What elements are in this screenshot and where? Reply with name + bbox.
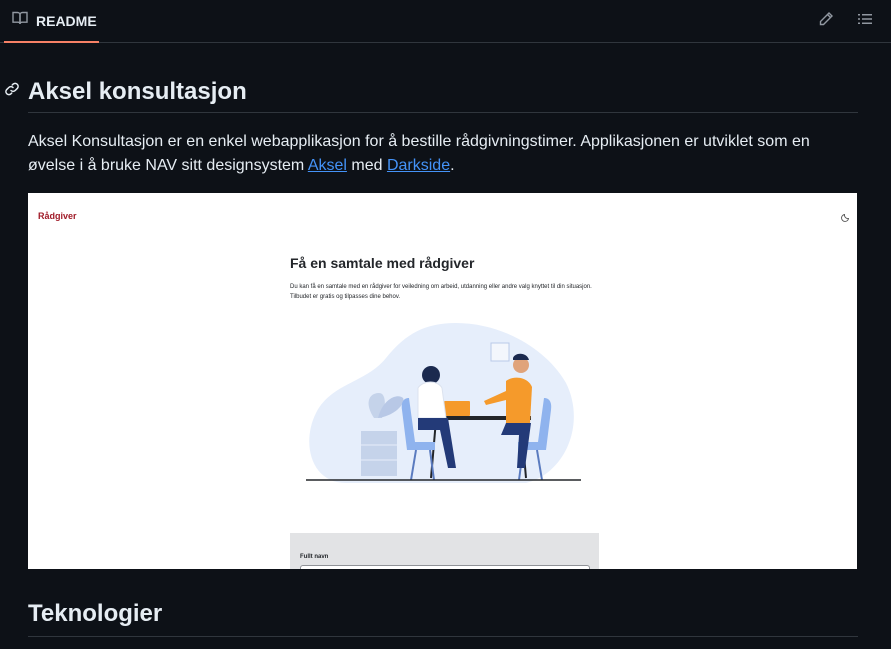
app-screenshot: Rådgiver Få en samtale med rådgiver Du k… [28, 193, 857, 569]
tab-label: README [36, 12, 97, 29]
list-icon [857, 11, 873, 32]
intro-text-mid: med [346, 157, 387, 174]
readme-content: Aksel konsultasjon Aksel Konsultasjon er… [0, 43, 891, 649]
tab-readme[interactable]: README [4, 0, 99, 43]
consultation-illustration [306, 323, 581, 483]
full-name-field [300, 565, 590, 569]
screenshot-brand: Rådgiver [38, 211, 77, 221]
link-icon[interactable] [4, 81, 20, 97]
outline-button[interactable] [851, 7, 879, 35]
pencil-icon [818, 11, 834, 32]
intro-text-end: . [450, 157, 455, 174]
moon-icon [841, 209, 851, 222]
section-title-teknologier: Teknologier [28, 600, 858, 637]
readme-header: README [0, 0, 891, 43]
full-name-label: Fullt navn [300, 554, 329, 560]
edit-button[interactable] [812, 7, 840, 35]
page-title: Aksel konsultasjon [28, 78, 858, 113]
aksel-link[interactable]: Aksel [308, 157, 347, 174]
screenshot-title: Få en samtale med rådgiver [290, 255, 475, 271]
form-section: Fullt navn [290, 533, 599, 569]
darkside-link[interactable]: Darkside [387, 157, 450, 174]
intro-paragraph: Aksel Konsultasjon er en enkel webapplik… [28, 130, 860, 178]
book-icon [12, 10, 28, 31]
screenshot-description: Du kan få en samtale med en rådgiver for… [290, 284, 592, 300]
